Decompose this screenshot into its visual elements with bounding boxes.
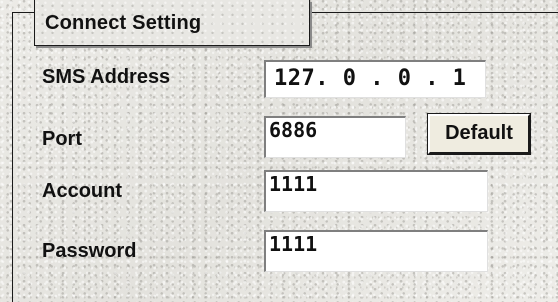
- password-label: Password: [42, 240, 137, 262]
- port-label: Port: [42, 128, 82, 150]
- group-title: Connect Setting: [45, 12, 202, 34]
- port-input[interactable]: 6886: [264, 116, 406, 158]
- sms-address-ip-input[interactable]: 127. 0 . 0 . 1: [264, 60, 486, 98]
- group-title-box: Connect Setting: [34, 0, 310, 46]
- sms-address-label: SMS Address: [42, 66, 171, 88]
- connect-settings-panel: Connect Setting SMS Address 127. 0 . 0 .…: [0, 0, 558, 302]
- account-input[interactable]: 1111: [264, 170, 488, 212]
- password-input[interactable]: 1111: [264, 230, 488, 272]
- default-button[interactable]: Default: [427, 113, 531, 155]
- account-label: Account: [42, 180, 122, 202]
